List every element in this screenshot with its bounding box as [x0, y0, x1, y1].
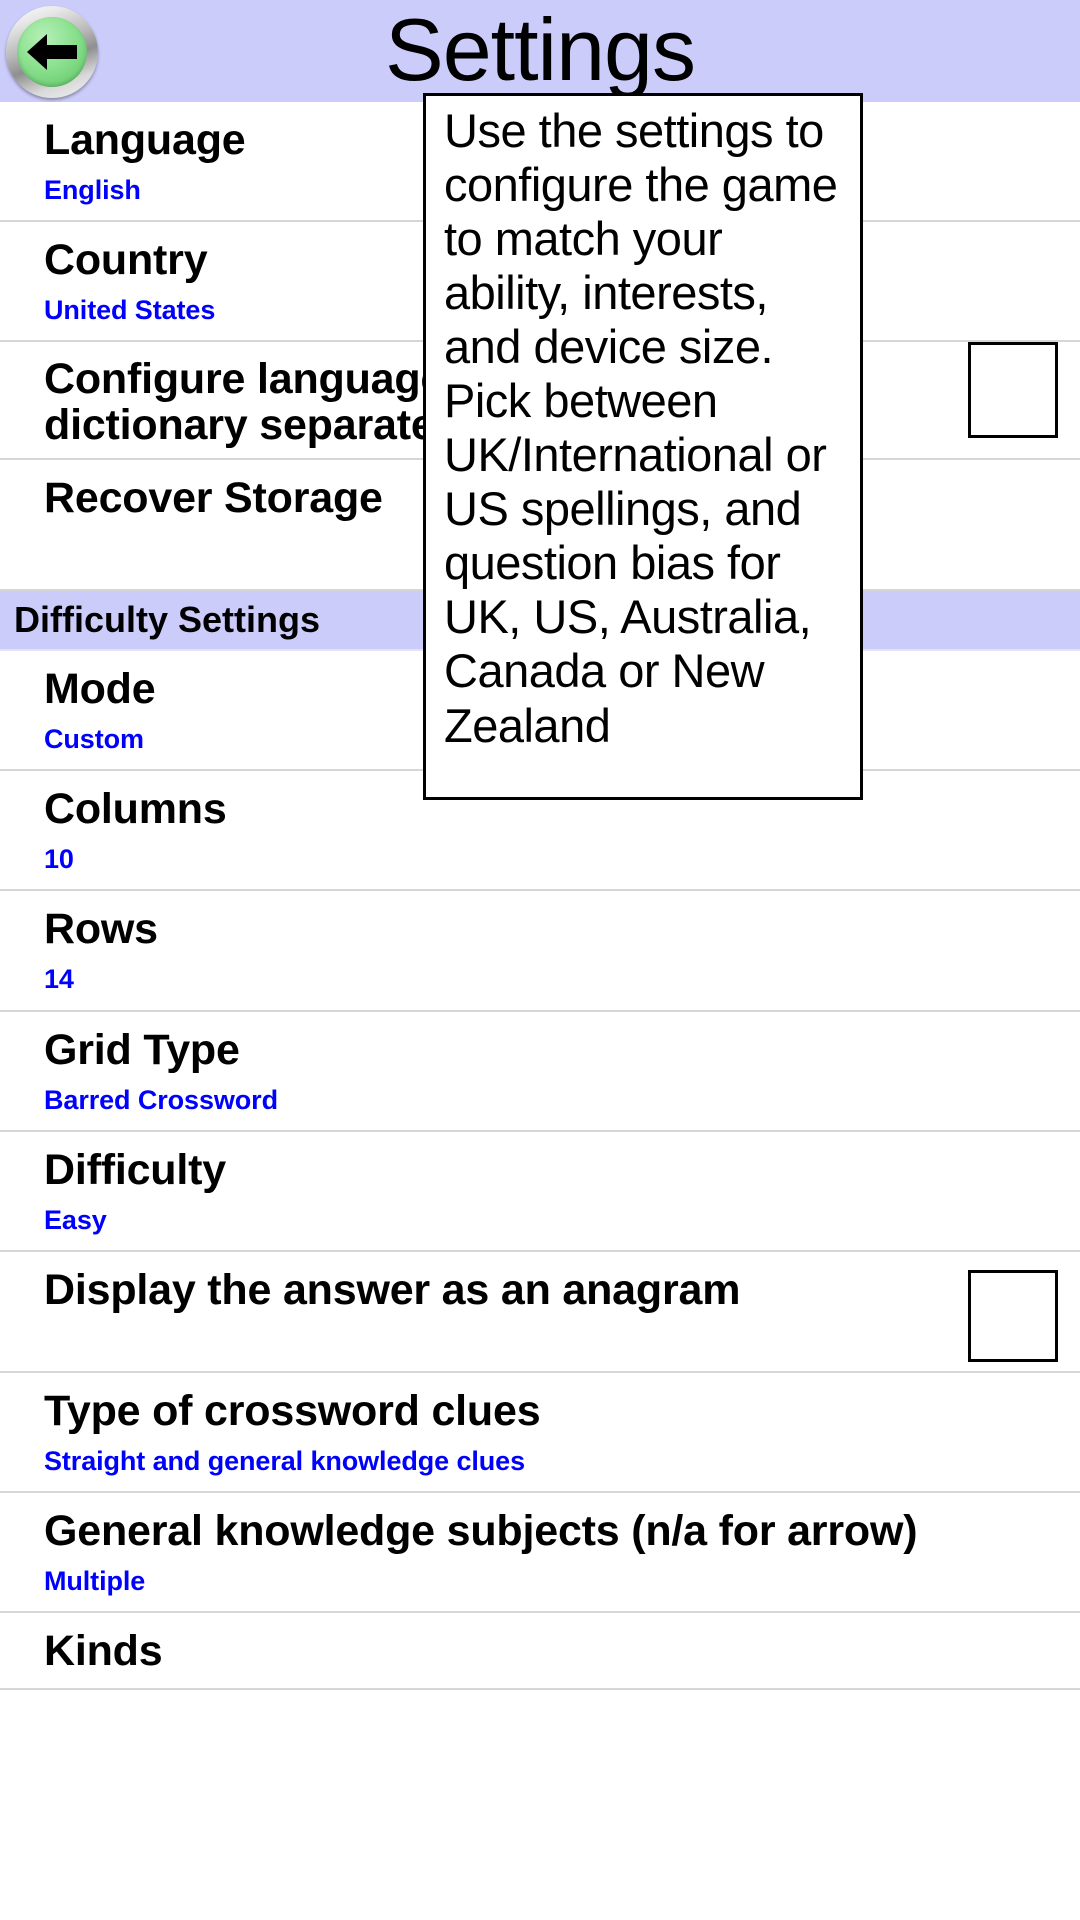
help-tooltip: Use the settings to configure the game t… [423, 93, 863, 800]
row-value: Barred Crossword [44, 1084, 278, 1115]
row-title: Kinds [44, 1627, 163, 1676]
row-value: Straight and general knowledge clues [44, 1445, 526, 1476]
row-title: Difficulty [44, 1145, 226, 1194]
setting-row-general-knowledge-subjects[interactable]: General knowledge subjects (n/a for arro… [0, 1492, 1080, 1614]
page-title: Settings [385, 0, 696, 99]
configure-language-dictionary-checkbox[interactable] [968, 342, 1058, 439]
row-value: Easy [44, 1204, 107, 1235]
row-title: Display the answer as an anagram [44, 1265, 741, 1314]
row-value: 10 [44, 844, 74, 875]
setting-row-type-of-crossword-clues[interactable]: Type of crossword clues Straight and gen… [0, 1372, 1080, 1493]
setting-row-grid-type[interactable]: Grid Type Barred Crossword [0, 1011, 1080, 1132]
setting-row-difficulty[interactable]: Difficulty Easy [0, 1131, 1080, 1252]
row-title: Rows [44, 905, 158, 954]
setting-row-kinds[interactable]: Kinds [0, 1613, 1080, 1691]
setting-row-rows[interactable]: Rows 14 [0, 891, 1080, 1012]
row-value: 14 [44, 964, 74, 995]
app-header: Settings [0, 0, 1080, 102]
setting-row-display-answer-as-anagram[interactable]: Display the answer as an anagram [0, 1251, 1080, 1373]
row-value: Multiple [44, 1565, 146, 1596]
row-title: Type of crossword clues [44, 1386, 541, 1435]
row-title: General knowledge subjects (n/a for arro… [44, 1506, 918, 1555]
display-answer-as-anagram-checkbox[interactable] [968, 1269, 1058, 1362]
row-title: Grid Type [44, 1025, 240, 1074]
